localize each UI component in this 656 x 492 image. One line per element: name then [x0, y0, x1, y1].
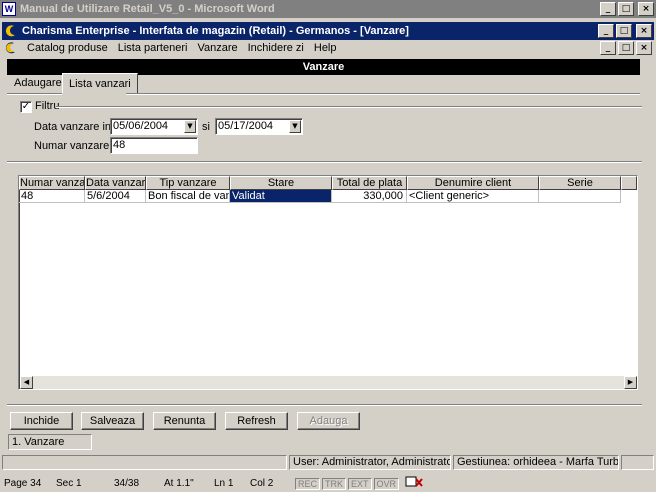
- word-status-ovr[interactable]: OVR: [373, 477, 400, 490]
- mdi-child-icon[interactable]: [4, 41, 18, 55]
- menu-help[interactable]: Help: [309, 42, 342, 54]
- cell-data-vanzarii[interactable]: 5/6/2004: [85, 190, 146, 203]
- date-to-dropdown-icon[interactable]: ▼: [289, 120, 301, 133]
- tab-baseline-left: [7, 93, 62, 95]
- word-status-line: Ln 1: [214, 478, 234, 489]
- filtru-divider: [56, 106, 642, 108]
- date-to-combo[interactable]: 05/17/2004 ▼: [215, 118, 303, 135]
- cell-numar-vanzare[interactable]: 48: [19, 190, 85, 203]
- word-app-icon: W: [2, 2, 16, 16]
- col-header-numar-vanzare[interactable]: Numar vanzare: [19, 176, 85, 190]
- word-status-col: Col 2: [250, 478, 274, 489]
- col-header-serie[interactable]: Serie: [539, 176, 621, 190]
- word-status-section: Sec 1: [56, 478, 82, 489]
- cell-denumire-client[interactable]: <Client generic>: [407, 190, 539, 203]
- word-window-controls: _ □ ×: [600, 2, 654, 16]
- table-row[interactable]: 48 5/6/2004 Bon fiscal de vanzare Valida…: [19, 190, 637, 203]
- tab-adaugare[interactable]: Adaugare: [8, 75, 68, 93]
- word-window-title: Manual de Utilizare Retail_V5_0 - Micros…: [20, 3, 275, 15]
- status-pane-extra: [621, 455, 654, 470]
- cell-total-de-plata[interactable]: 330,000: [332, 190, 407, 203]
- word-minimize-button[interactable]: _: [600, 2, 616, 16]
- buttons-divider: [7, 404, 642, 406]
- mdi-maximize-button[interactable]: □: [618, 41, 634, 55]
- si-label: si: [202, 121, 210, 133]
- date-to-value: 05/17/2004: [218, 120, 274, 132]
- salveaza-button[interactable]: Salveaza: [81, 412, 144, 430]
- spelling-check-icon[interactable]: [400, 476, 428, 491]
- col-header-denumire-client[interactable]: Denumire client: [407, 176, 539, 190]
- date-from-value: 05/06/2004: [113, 120, 169, 132]
- word-status-pages: 34/38: [114, 478, 140, 489]
- numar-vanzare-input[interactable]: 48: [110, 137, 198, 154]
- refresh-button[interactable]: Refresh: [225, 412, 288, 430]
- app-title-bar: Charisma Enterprise - Interfata de magaz…: [2, 22, 654, 40]
- menu-catalog-produse[interactable]: Catalog produse: [22, 42, 113, 54]
- word-status-rec[interactable]: REC: [295, 477, 321, 490]
- app-maximize-button[interactable]: □: [616, 24, 632, 38]
- status-pane-empty: [2, 455, 287, 470]
- col-header-data-vanzarii[interactable]: Data vanzarii: [85, 176, 146, 190]
- status-gestiune: Gestiunea: orhideea - Marfa Turbo Carre: [453, 455, 619, 470]
- mdi-child-controls: _ □ ×: [600, 41, 652, 55]
- cell-stare-selected[interactable]: Validat: [230, 190, 332, 203]
- scroll-left-icon[interactable]: ◀: [20, 376, 33, 389]
- tab-lista-vanzari[interactable]: Lista vanzari: [62, 73, 138, 94]
- tab-baseline-right: [126, 93, 640, 95]
- word-close-button[interactable]: ×: [638, 2, 654, 16]
- renunta-button[interactable]: Renunta: [153, 412, 216, 430]
- app-minimize-button[interactable]: _: [598, 24, 614, 38]
- grid-horizontal-scrollbar[interactable]: ◀ ▶: [20, 376, 637, 389]
- date-from-combo[interactable]: 05/06/2004 ▼: [110, 118, 198, 135]
- word-status-page: Page 34: [4, 478, 42, 489]
- app-window-title: Charisma Enterprise - Interfata de magaz…: [22, 25, 409, 37]
- app-close-button[interactable]: ×: [636, 24, 652, 38]
- cell-serie[interactable]: [539, 190, 621, 203]
- col-header-stare[interactable]: Stare: [230, 176, 332, 190]
- col-header-total-de-plata[interactable]: Total de plata: [332, 176, 407, 190]
- filter-bottom-divider: [7, 161, 642, 163]
- cell-tip-vanzare[interactable]: Bon fiscal de vanzare: [146, 190, 230, 203]
- menu-inchidere-zi[interactable]: Inchidere zi: [243, 42, 309, 54]
- numar-vanzare-label: Numar vanzare: [34, 140, 110, 152]
- sales-grid[interactable]: Numar vanzare Data vanzarii Tip vanzare …: [18, 175, 638, 390]
- menu-vanzare[interactable]: Vanzare: [192, 42, 242, 54]
- word-title-bar: W Manual de Utilizare Retail_V5_0 - Micr…: [0, 0, 656, 18]
- mdi-minimize-button[interactable]: _: [600, 41, 616, 55]
- word-status-at: At 1.1": [164, 478, 194, 489]
- col-header-filler: [621, 176, 637, 190]
- date-from-dropdown-icon[interactable]: ▼: [184, 120, 196, 133]
- window-list-tab-vanzare[interactable]: 1. Vanzare: [8, 434, 92, 450]
- word-status-ext[interactable]: EXT: [348, 477, 372, 490]
- adauga-button: Adauga: [297, 412, 360, 430]
- filtru-checkbox[interactable]: ✓: [20, 101, 32, 113]
- grid-header: Numar vanzare Data vanzarii Tip vanzare …: [19, 176, 637, 190]
- word-maximize-button[interactable]: □: [618, 2, 634, 16]
- app-window-controls: _ □ ×: [598, 24, 652, 38]
- charisma-logo-icon: [4, 24, 18, 38]
- word-status-trk[interactable]: TRK: [322, 477, 347, 490]
- mdi-close-button[interactable]: ×: [636, 41, 652, 55]
- menu-bar: Catalog produse Lista parteneri Vanzare …: [2, 40, 654, 56]
- menu-lista-parteneri[interactable]: Lista parteneri: [113, 42, 193, 54]
- scroll-right-icon[interactable]: ▶: [624, 376, 637, 389]
- inchide-button[interactable]: Inchide: [10, 412, 73, 430]
- col-header-tip-vanzare[interactable]: Tip vanzare: [146, 176, 230, 190]
- word-status-bar: Page 34 Sec 1 34/38 At 1.1" Ln 1 Col 2 R…: [0, 475, 656, 492]
- status-user: User: Administrator, Administrator: [289, 455, 451, 470]
